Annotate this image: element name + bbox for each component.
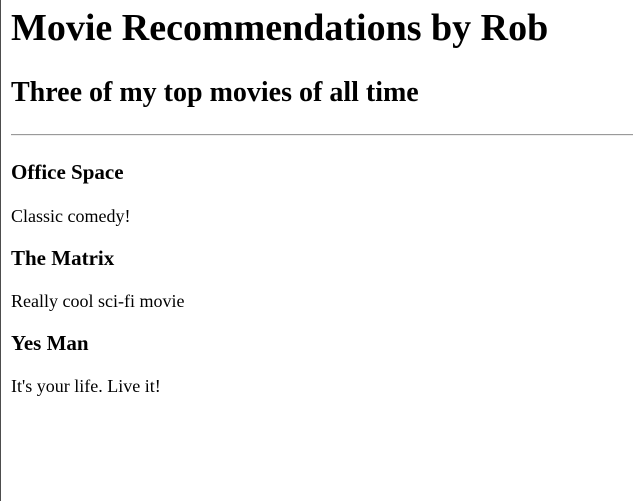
- movie-description: Really cool sci-fi movie: [11, 291, 185, 311]
- movie-title: The Matrix: [11, 246, 115, 270]
- movie-description: Classic comedy!: [11, 206, 131, 226]
- page-content: Movie Recommendations by Rob Three of my…: [11, 0, 633, 396]
- movie-description: It's your life. Live it!: [11, 376, 161, 396]
- movie-item: The Matrix Really cool sci-fi movie: [11, 246, 633, 311]
- page-title: Movie Recommendations by Rob: [11, 7, 549, 49]
- movie-title: Yes Man: [11, 331, 89, 355]
- window-left-border: [0, 0, 1, 501]
- section-divider: [11, 134, 633, 136]
- page-subtitle: Three of my top movies of all time: [11, 77, 419, 108]
- movie-list: Office Space Classic comedy! The Matrix …: [11, 160, 633, 396]
- movie-item: Yes Man It's your life. Live it!: [11, 331, 633, 396]
- movie-title: Office Space: [11, 160, 124, 184]
- movie-item: Office Space Classic comedy!: [11, 160, 633, 226]
